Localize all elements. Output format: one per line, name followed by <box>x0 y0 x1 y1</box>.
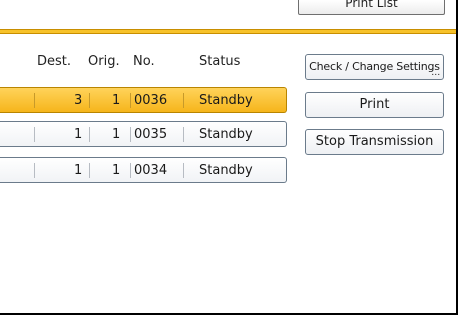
header-status: Status <box>199 54 241 69</box>
check-change-settings-label: Check / Change Settings <box>309 60 440 73</box>
status-cell: Standby <box>199 163 253 178</box>
dest-cell: 1 <box>74 163 83 178</box>
header-no: No. <box>133 54 155 69</box>
orig-cell: 1 <box>112 163 121 178</box>
column-separator <box>89 163 90 178</box>
section-divider <box>0 29 456 34</box>
column-separator <box>34 163 35 178</box>
column-separator <box>34 127 35 142</box>
print-list-button[interactable]: Print List <box>298 0 445 15</box>
orig-cell: 1 <box>112 127 121 142</box>
header-orig: Orig. <box>88 54 120 69</box>
status-cell: Standby <box>199 127 253 142</box>
dest-cell: 3 <box>74 93 83 108</box>
table-row[interactable]: 1 1 0035 Standby <box>0 121 287 147</box>
table-row[interactable]: 1 1 0034 Standby <box>0 157 287 183</box>
print-button[interactable]: Print <box>305 92 444 118</box>
column-separator <box>34 93 35 108</box>
stop-transmission-button[interactable]: Stop Transmission <box>305 129 444 155</box>
column-separator <box>130 93 131 108</box>
column-separator <box>89 127 90 142</box>
no-cell: 0035 <box>134 127 168 142</box>
header-dest: Dest. <box>37 54 72 69</box>
frame-bottom-edge <box>0 313 458 315</box>
column-separator <box>130 163 131 178</box>
frame-right-edge <box>456 0 458 314</box>
check-change-settings-button[interactable]: Check / Change Settings … <box>305 54 444 80</box>
table-row[interactable]: 3 1 0036 Standby <box>0 87 287 113</box>
column-separator <box>183 93 184 108</box>
no-cell: 0036 <box>134 93 168 108</box>
orig-cell: 1 <box>112 93 121 108</box>
dest-cell: 1 <box>74 127 83 142</box>
no-cell: 0034 <box>134 163 168 178</box>
column-separator <box>89 93 90 108</box>
column-separator <box>183 163 184 178</box>
column-separator <box>130 127 131 142</box>
column-separator <box>183 127 184 142</box>
more-ellipsis-icon: … <box>431 68 440 78</box>
status-cell: Standby <box>199 93 253 108</box>
